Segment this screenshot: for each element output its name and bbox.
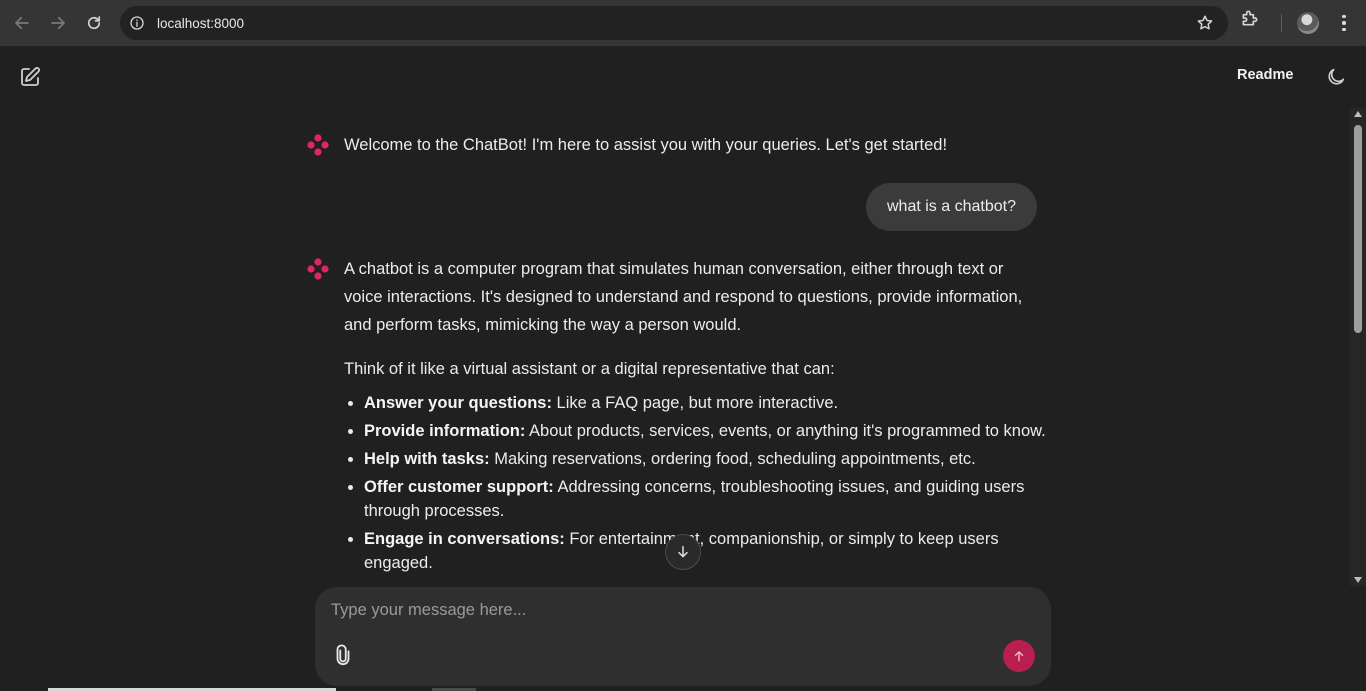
new-chat-button[interactable] <box>18 65 42 89</box>
list-item-title: Engage in conversations: <box>364 530 565 548</box>
bookmark-button[interactable] <box>1196 14 1214 37</box>
info-icon <box>130 16 144 30</box>
bot-message-text: Welcome to the ChatBot! I'm here to assi… <box>344 136 948 154</box>
arrow-right-icon <box>51 16 65 30</box>
browser-toolbar: localhost:8000 <box>0 0 1366 46</box>
app-header: Readme <box>0 46 1366 108</box>
bot-message-text: A chatbot is a computer program that sim… <box>344 255 1046 575</box>
profile-avatar[interactable] <box>1297 12 1319 34</box>
back-button[interactable] <box>4 5 40 41</box>
send-button[interactable] <box>1003 640 1035 672</box>
paperclip-icon <box>336 644 350 665</box>
arrow-up-icon <box>1014 651 1024 662</box>
attach-button[interactable] <box>332 643 354 667</box>
readme-link[interactable]: Readme <box>1237 67 1293 83</box>
star-icon <box>1197 15 1213 30</box>
message-input[interactable] <box>331 597 1031 623</box>
toolbar-divider <box>1281 14 1282 32</box>
list-item-text: Like a FAQ page, but more interactive. <box>551 394 839 412</box>
extensions-button[interactable] <box>1240 8 1260 33</box>
list-item: Answer your questions: Like a FAQ page, … <box>364 391 1046 415</box>
answer-paragraph: Think of it like a virtual assistant or … <box>344 360 835 378</box>
list-item-title: Answer your questions: <box>364 394 552 412</box>
theme-toggle-button[interactable] <box>1325 66 1347 88</box>
kebab-menu-icon[interactable] <box>1334 10 1354 36</box>
list-item: Help with tasks: Making reservations, or… <box>364 447 1046 471</box>
scroll-to-bottom-button[interactable] <box>665 534 701 570</box>
list-item-title: Help with tasks: <box>364 450 490 468</box>
list-item: Engage in conversations: For entertainme… <box>364 527 1046 575</box>
url-text: localhost:8000 <box>157 15 245 31</box>
user-message-bubble: what is a chatbot? <box>866 183 1037 231</box>
list-item: Offer customer support: Addressing conce… <box>364 475 1046 523</box>
answer-list: Answer your questions: Like a FAQ page, … <box>364 391 1046 575</box>
forward-button[interactable] <box>40 5 76 41</box>
message-composer <box>315 587 1051 686</box>
arrow-left-icon <box>15 16 29 30</box>
scroll-down-arrow[interactable] <box>1354 577 1362 583</box>
list-item-title: Provide information: <box>364 422 526 440</box>
bot-logo-icon <box>307 134 329 156</box>
reload-icon <box>87 16 101 30</box>
chat-scrollbar[interactable] <box>1350 108 1366 586</box>
bot-message: A chatbot is a computer program that sim… <box>306 255 1046 579</box>
edit-icon <box>21 67 40 86</box>
list-item-text: Making reservations, ordering food, sche… <box>489 450 976 468</box>
bot-logo-icon <box>307 258 329 280</box>
answer-paragraph: A chatbot is a computer program that sim… <box>344 260 1023 334</box>
reload-button[interactable] <box>76 5 112 41</box>
scroll-up-arrow[interactable] <box>1354 111 1362 117</box>
list-item-title: Offer customer support: <box>364 478 554 496</box>
puzzle-icon <box>1242 10 1258 26</box>
moon-icon <box>1328 68 1345 85</box>
arrow-down-icon <box>678 545 688 558</box>
address-bar[interactable]: localhost:8000 <box>120 6 1228 40</box>
list-item-text: About products, services, events, or any… <box>525 422 1046 440</box>
scroll-thumb[interactable] <box>1354 125 1362 333</box>
site-info-button[interactable] <box>126 12 148 34</box>
list-item: Provide information: About products, ser… <box>364 419 1046 443</box>
chat-area: Welcome to the ChatBot! I'm here to assi… <box>0 108 1350 586</box>
bot-message: Welcome to the ChatBot! I'm here to assi… <box>306 131 1046 159</box>
